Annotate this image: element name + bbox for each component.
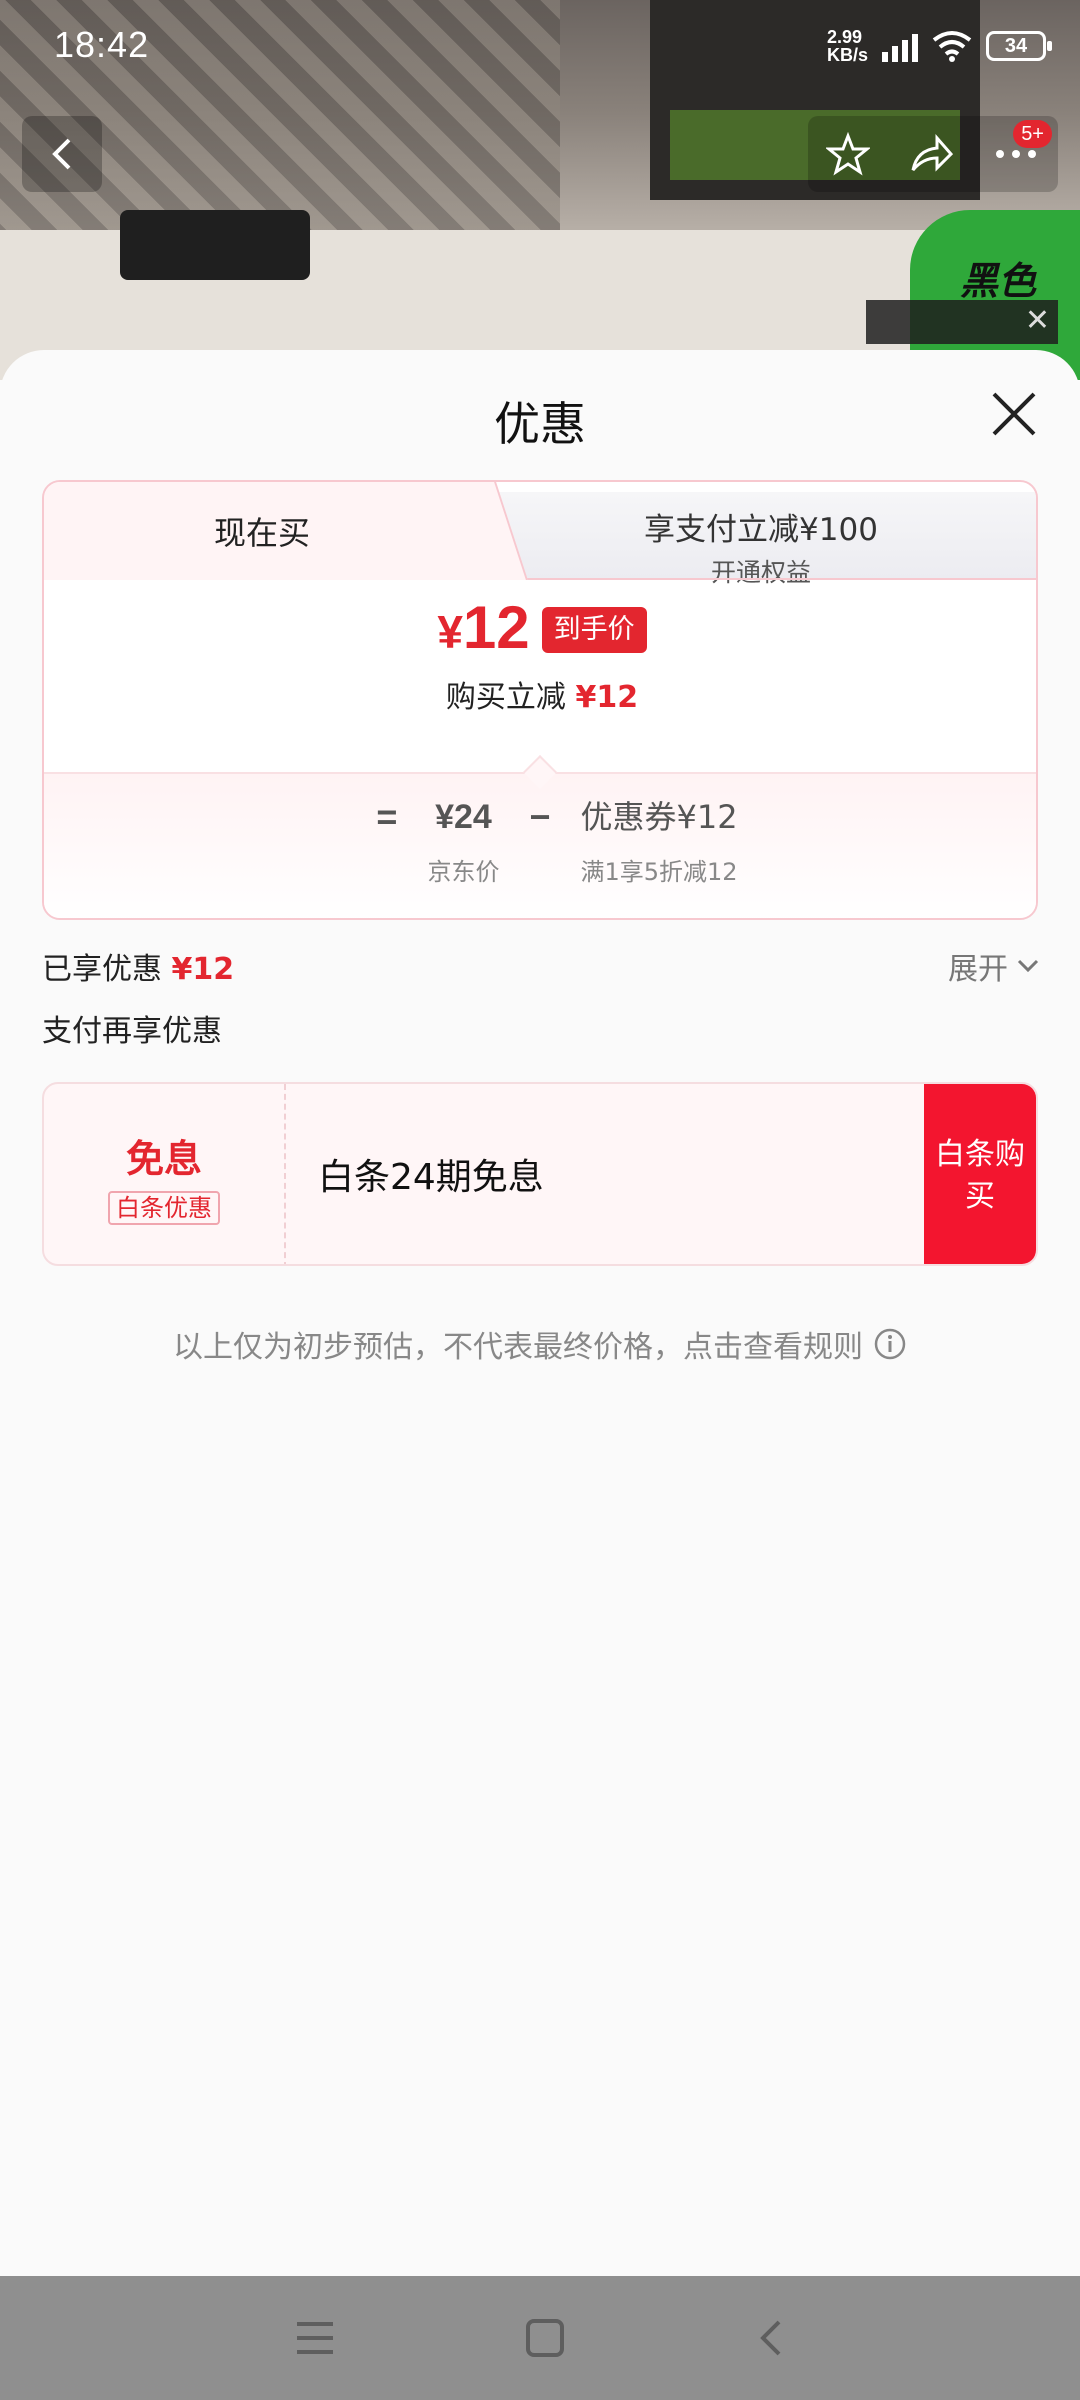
back-nav-icon[interactable]: [755, 2318, 785, 2358]
tab-pay-discount-label: 享支付立减¥100: [644, 512, 878, 548]
top-actions: 5+: [808, 116, 1058, 192]
floating-banner: ✕: [866, 300, 1058, 344]
system-navigation-bar: [0, 2276, 1080, 2400]
status-icons: 2.99 KB/s 34: [826, 27, 1052, 65]
status-bar: 18:42 2.99 KB/s 34: [0, 0, 1080, 100]
promo-text: 黑色: [960, 259, 1037, 303]
disclaimer-text: 以上仅为初步预估，不代表最终价格，点击查看规则: [173, 1330, 863, 1365]
jd-price-item: ¥24 京东价: [427, 798, 500, 886]
wifi-icon: [932, 31, 972, 62]
notification-badge: 5+: [1013, 120, 1052, 148]
signal-icon: [882, 30, 918, 62]
menu-icon[interactable]: [295, 2320, 335, 2356]
chevron-down-icon: [1017, 959, 1039, 973]
baitiao-offer-card[interactable]: 免息 白条优惠 白条24期免息 白条购买: [42, 1082, 1038, 1266]
expand-label: 展开: [948, 952, 1008, 987]
tab-divider: [514, 578, 1036, 580]
battery-icon: 34: [986, 31, 1052, 61]
price-rules-link[interactable]: 以上仅为初步预估，不代表最终价格，点击查看规则: [0, 1322, 1080, 1366]
baitiao-buy-button[interactable]: 白条购买: [924, 1084, 1036, 1264]
instant-discount: 购买立减 ¥12: [445, 680, 639, 715]
home-icon[interactable]: [525, 2318, 565, 2358]
price-card: 享支付立减¥100 开通权益 现在买 ¥12 到手价 购买立减 ¥12 = ¥2…: [42, 480, 1038, 920]
top-nav: 5+: [0, 116, 1080, 196]
photo-stove: [120, 210, 310, 280]
discount-sheet: 优惠 享支付立减¥100 开通权益 现在买 ¥12 到手价 购买立减 ¥12 =…: [0, 350, 1080, 2276]
share-icon[interactable]: [907, 132, 955, 176]
back-icon: [52, 138, 71, 170]
interest-free-headline: 免息: [125, 1137, 202, 1181]
close-icon[interactable]: [986, 386, 1042, 442]
minus-sign: −: [529, 796, 551, 837]
equals-sign: =: [376, 796, 398, 837]
sheet-title: 优惠: [494, 397, 586, 451]
expand-button[interactable]: 展开: [948, 944, 1040, 988]
back-button[interactable]: [22, 116, 102, 192]
final-price-tag: 到手价: [541, 607, 647, 653]
star-icon[interactable]: [826, 132, 871, 176]
info-icon: [874, 1328, 906, 1360]
final-price: ¥12: [437, 594, 530, 661]
coupon-item: 优惠券¥12 满1享5折减12: [580, 798, 738, 886]
baitiao-tag: 白条优惠: [108, 1191, 220, 1225]
price-breakdown: = ¥24 京东价 − 优惠券¥12 满1享5折减12: [44, 772, 1036, 918]
tab-buy-now[interactable]: 现在买: [44, 482, 480, 580]
pay-again-title: 支付再享优惠: [42, 1014, 222, 1049]
enjoyed-discount: 已享优惠 ¥12: [42, 952, 235, 987]
tab-pay-discount-sub: 开通权益: [710, 558, 811, 587]
baitiao-offer-left: 免息 白条优惠: [44, 1084, 286, 1264]
banner-close-icon[interactable]: ✕: [1025, 304, 1050, 338]
tab-pay-discount[interactable]: 享支付立减¥100 开通权益: [480, 492, 1036, 587]
network-speed: 2.99 KB/s: [826, 27, 868, 65]
final-price-block: ¥12 到手价 购买立减 ¥12: [44, 592, 1036, 716]
status-time: 18:42: [54, 24, 150, 65]
baitiao-description: 白条24期免息: [318, 1157, 544, 1198]
